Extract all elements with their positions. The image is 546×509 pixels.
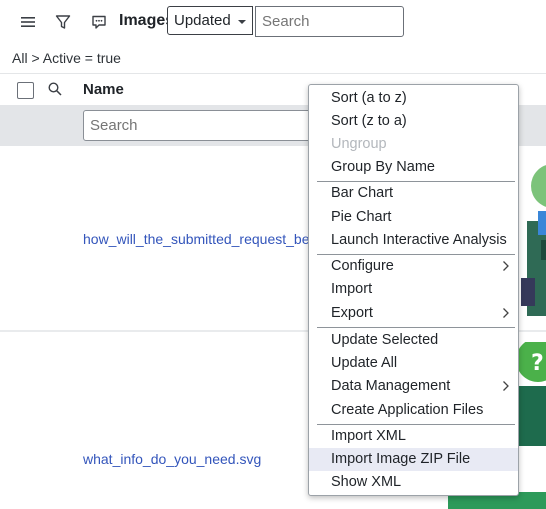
menu-divider bbox=[317, 327, 515, 328]
svg-text:?: ? bbox=[531, 351, 544, 376]
breadcrumb-separator: > bbox=[31, 50, 40, 66]
list-toolbar: Images Updated bbox=[0, 0, 546, 44]
menu-item-create-application-files[interactable]: Create Application Files bbox=[309, 399, 518, 422]
menu-item-update-selected[interactable]: Update Selected bbox=[309, 329, 518, 352]
menu-item-data-management[interactable]: Data Management bbox=[309, 375, 518, 398]
funnel-filter-icon[interactable] bbox=[51, 10, 75, 34]
menu-item-show-xml[interactable]: Show XML bbox=[309, 471, 518, 494]
menu-item-ungroup: Ungroup bbox=[331, 136, 387, 152]
breadcrumb-all[interactable]: All bbox=[12, 50, 28, 66]
menu-item-update-all[interactable]: Update All bbox=[309, 352, 518, 375]
menu-item-group-by-name[interactable]: Group By Name bbox=[309, 156, 518, 179]
menu-item-sort-z-to-a[interactable]: Sort (z to a) bbox=[309, 110, 518, 133]
menu-item-export-label: Export bbox=[331, 305, 373, 321]
menu-item-import-image-zip-file[interactable]: Import Image ZIP File bbox=[309, 448, 518, 471]
breadcrumb: All > Active = true bbox=[12, 50, 121, 66]
menu-item-bar-chart[interactable]: Bar Chart bbox=[309, 182, 518, 205]
menu-item-configure[interactable]: Configure bbox=[309, 255, 518, 278]
chevron-right-icon bbox=[502, 375, 510, 398]
menu-item-data-management-label: Data Management bbox=[331, 378, 451, 394]
image-name-link[interactable]: how_will_the_submitted_request_be_ bbox=[83, 231, 317, 247]
image-name-link[interactable]: what_info_do_you_need.svg bbox=[83, 451, 261, 467]
menu-item-pie-chart[interactable]: Pie Chart bbox=[309, 206, 518, 229]
chat-bubble-icon[interactable] bbox=[87, 10, 111, 34]
menu-item-export[interactable]: Export bbox=[309, 302, 518, 325]
hamburger-menu-icon[interactable] bbox=[16, 10, 40, 34]
menu-item-import-xml[interactable]: Import XML bbox=[309, 425, 518, 448]
caret-down-icon bbox=[238, 20, 246, 24]
menu-item-sort-a-to-z[interactable]: Sort (a to z) bbox=[309, 87, 518, 110]
menu-item-import[interactable]: Import bbox=[309, 278, 518, 301]
select-all-checkbox[interactable] bbox=[17, 82, 34, 99]
menu-item-configure-label: Configure bbox=[331, 258, 394, 274]
list-title: Images bbox=[119, 12, 175, 29]
chevron-right-icon bbox=[502, 302, 510, 325]
breadcrumb-condition[interactable]: Active = true bbox=[43, 50, 121, 66]
list-context-menu: Sort (a to z) Sort (z to a) Ungroup Grou… bbox=[308, 84, 519, 496]
list-search-input[interactable] bbox=[255, 6, 404, 37]
menu-item-launch-interactive-analysis[interactable]: Launch Interactive Analysis bbox=[309, 229, 518, 252]
sort-field-value: Updated bbox=[174, 12, 231, 29]
chevron-right-icon bbox=[502, 255, 510, 278]
column-search-icon[interactable] bbox=[47, 81, 63, 102]
sort-field-select[interactable]: Updated bbox=[167, 6, 253, 35]
column-header-name[interactable]: Name bbox=[83, 81, 124, 98]
